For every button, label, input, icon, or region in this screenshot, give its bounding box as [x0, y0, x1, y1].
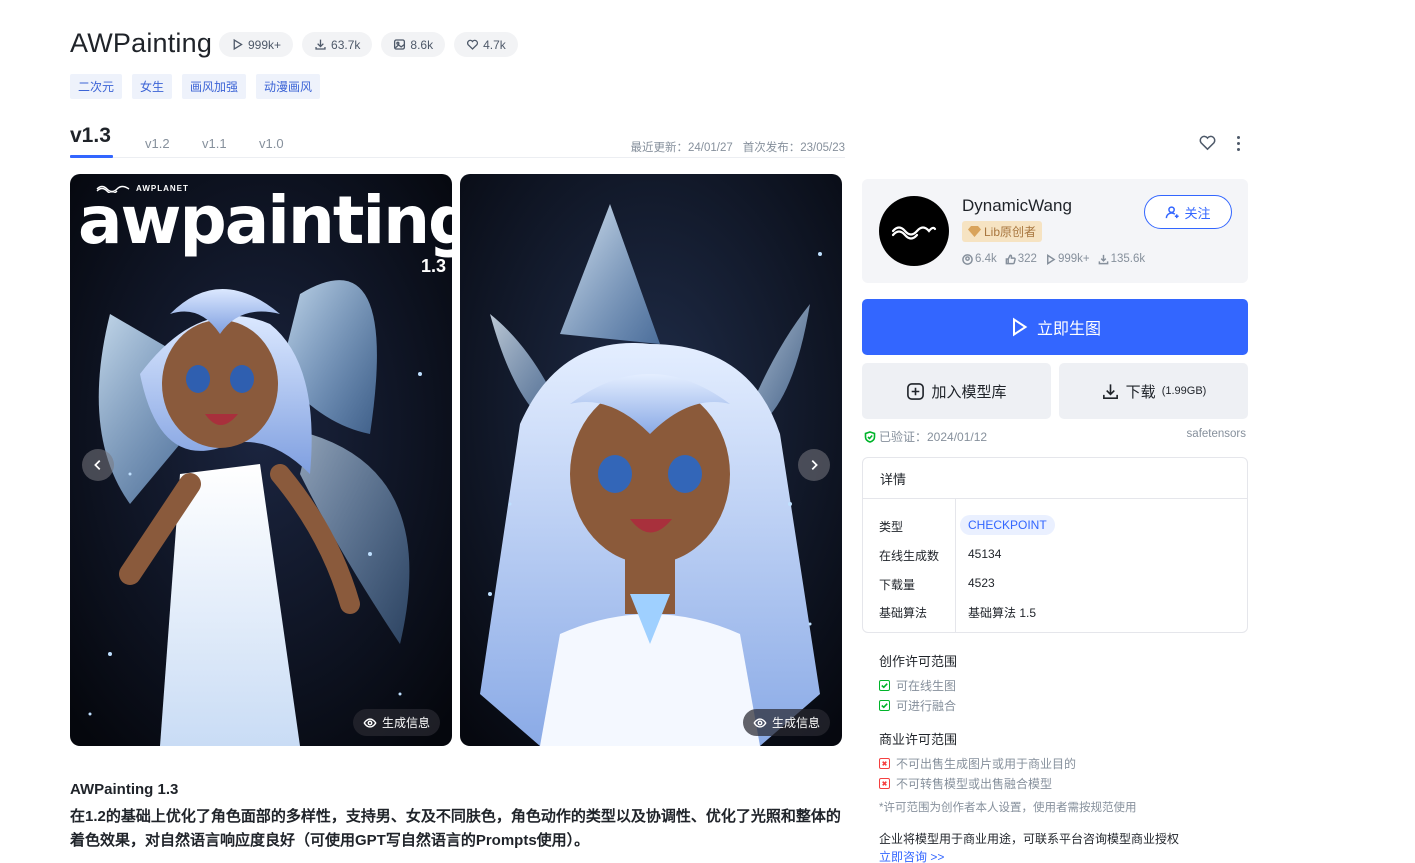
tag-item[interactable]: 女生	[132, 74, 173, 99]
details-row: 类型 CHECKPOINT	[863, 515, 1247, 535]
eye-icon	[363, 717, 377, 728]
shield-check-icon	[864, 430, 876, 443]
brand-version: 1.3	[420, 256, 446, 276]
description-title: AWPainting 1.3	[70, 781, 179, 798]
active-tab-indicator	[70, 155, 113, 158]
add-user-icon	[1166, 205, 1180, 218]
license-note: *许可范围为创作者本人设置，使用者需按规范使用	[879, 802, 1137, 814]
details-row: 基础算法 基础算法 1.5	[879, 606, 1037, 620]
avatar[interactable]	[879, 196, 949, 266]
anime-fairy-image	[70, 174, 452, 746]
plus-square-icon	[907, 382, 925, 400]
follow-button[interactable]: 关注	[1144, 195, 1232, 229]
author-stat-runs: 999k+	[1045, 253, 1090, 265]
tag-item[interactable]: 画风加强	[182, 74, 247, 99]
tag-item[interactable]: 动漫画风	[256, 74, 321, 99]
details-row: 在线生成数 45134	[879, 547, 1002, 563]
download-button[interactable]: 下载 (1.99GB)	[1059, 363, 1248, 419]
image-icon	[394, 39, 406, 50]
generation-info-button[interactable]: 生成信息	[352, 709, 440, 736]
download-icon	[1098, 254, 1108, 264]
model-title: AWPainting	[70, 28, 213, 58]
more-options-icon[interactable]	[1231, 134, 1245, 152]
diamond-icon	[968, 226, 981, 237]
details-heading: 详情	[863, 458, 1247, 499]
type-badge: CHECKPOINT	[960, 515, 1055, 535]
cross-icon	[879, 778, 890, 789]
version-tabs: v1.3 v1.2 v1.1 v1.0 最近更新：24/01/27 首次发布：2…	[70, 124, 845, 158]
author-card: DynamicWang Lib原创者 6.4k 322 999k+ 135.6k…	[862, 179, 1248, 283]
add-to-library-button[interactable]: 加入模型库	[862, 363, 1051, 419]
stat-runs: 999k+	[219, 32, 294, 57]
tab-version[interactable]: v1.1	[202, 136, 227, 151]
play-icon	[1046, 253, 1056, 265]
tag-list: 二次元 女生 画风加强 动漫画风	[70, 74, 321, 99]
generation-info-button[interactable]: 生成信息	[742, 709, 830, 736]
cross-icon	[879, 758, 890, 769]
author-stat-followers: 6.4k	[962, 253, 997, 265]
file-format: safetensors	[1186, 428, 1246, 440]
tab-version[interactable]: v1.2	[145, 136, 170, 151]
chevron-right-icon	[811, 460, 818, 470]
license-allowed-item: 可在线生图	[879, 677, 956, 694]
stat-likes: 4.7k	[454, 32, 518, 57]
tag-item[interactable]: 二次元	[70, 74, 123, 99]
gallery-next-button[interactable]	[798, 449, 830, 481]
user-icon	[962, 253, 973, 265]
thumb-icon	[1005, 254, 1016, 264]
details-panel: 详情 类型 CHECKPOINT 在线生成数 45134 下载量 4523 基础…	[862, 457, 1248, 633]
awplanet-logo-icon	[891, 226, 937, 240]
creative-license-title: 创作许可范围	[879, 654, 958, 669]
tab-version-active[interactable]: v1.3	[70, 124, 111, 148]
brand-wordmark: awpainting	[78, 182, 452, 259]
play-icon	[233, 38, 243, 51]
author-stat-likes: 322	[1005, 253, 1037, 265]
business-license-note: 企业将模型用于商业用途，可联系平台咨询模型商业授权	[879, 832, 1180, 846]
license-allowed-item: 可进行融合	[879, 697, 956, 714]
eye-icon	[753, 717, 767, 728]
author-name[interactable]: DynamicWang	[962, 196, 1072, 216]
favorite-heart-icon[interactable]	[1198, 133, 1217, 152]
check-icon	[879, 680, 890, 691]
generate-now-button[interactable]: 立即生图	[862, 299, 1248, 355]
stat-downloads: 63.7k	[302, 32, 373, 57]
gallery-prev-button[interactable]	[82, 449, 114, 481]
verified-status: 已验证：2024/01/12	[864, 428, 987, 445]
author-stats: 6.4k 322 999k+ 135.6k	[962, 253, 1145, 265]
download-icon	[315, 39, 326, 50]
details-row: 下载量 4523	[879, 576, 995, 592]
gallery-image-1[interactable]: AWPLANET awpainting 1.3 生成信息	[70, 174, 452, 746]
anime-fairy-image	[460, 174, 842, 746]
play-icon	[1012, 317, 1028, 337]
creator-badge: Lib原创者	[962, 221, 1043, 242]
gallery-image-2[interactable]: 生成信息	[460, 174, 842, 746]
description-body: 在1.2的基础上优化了角色面部的多样性，支持男、女及不同肤色，角色动作的类型以及…	[70, 808, 841, 849]
chevron-left-icon	[94, 460, 101, 470]
stat-images: 8.6k	[381, 32, 446, 57]
model-stats: 999k+ 63.7k 8.6k 4.7k	[219, 32, 518, 57]
consult-link[interactable]: 立即咨询 >>	[879, 848, 944, 863]
first-release: 首次发布：23/05/23	[742, 142, 845, 154]
check-icon	[879, 700, 890, 711]
tab-version[interactable]: v1.0	[259, 136, 284, 151]
download-size: (1.99GB)	[1161, 385, 1207, 397]
download-icon	[1102, 383, 1118, 399]
author-stat-downloads: 135.6k	[1098, 253, 1145, 265]
heart-icon	[467, 39, 479, 50]
last-update: 最近更新：24/01/27	[630, 142, 733, 154]
license-denied-item: 不可转售模型或出售融合模型	[879, 775, 1052, 792]
license-denied-item: 不可出售生成图片或用于商业目的	[879, 755, 1076, 772]
update-info: 最近更新：24/01/27 首次发布：23/05/23	[630, 139, 845, 155]
commercial-license-title: 商业许可范围	[879, 732, 958, 747]
